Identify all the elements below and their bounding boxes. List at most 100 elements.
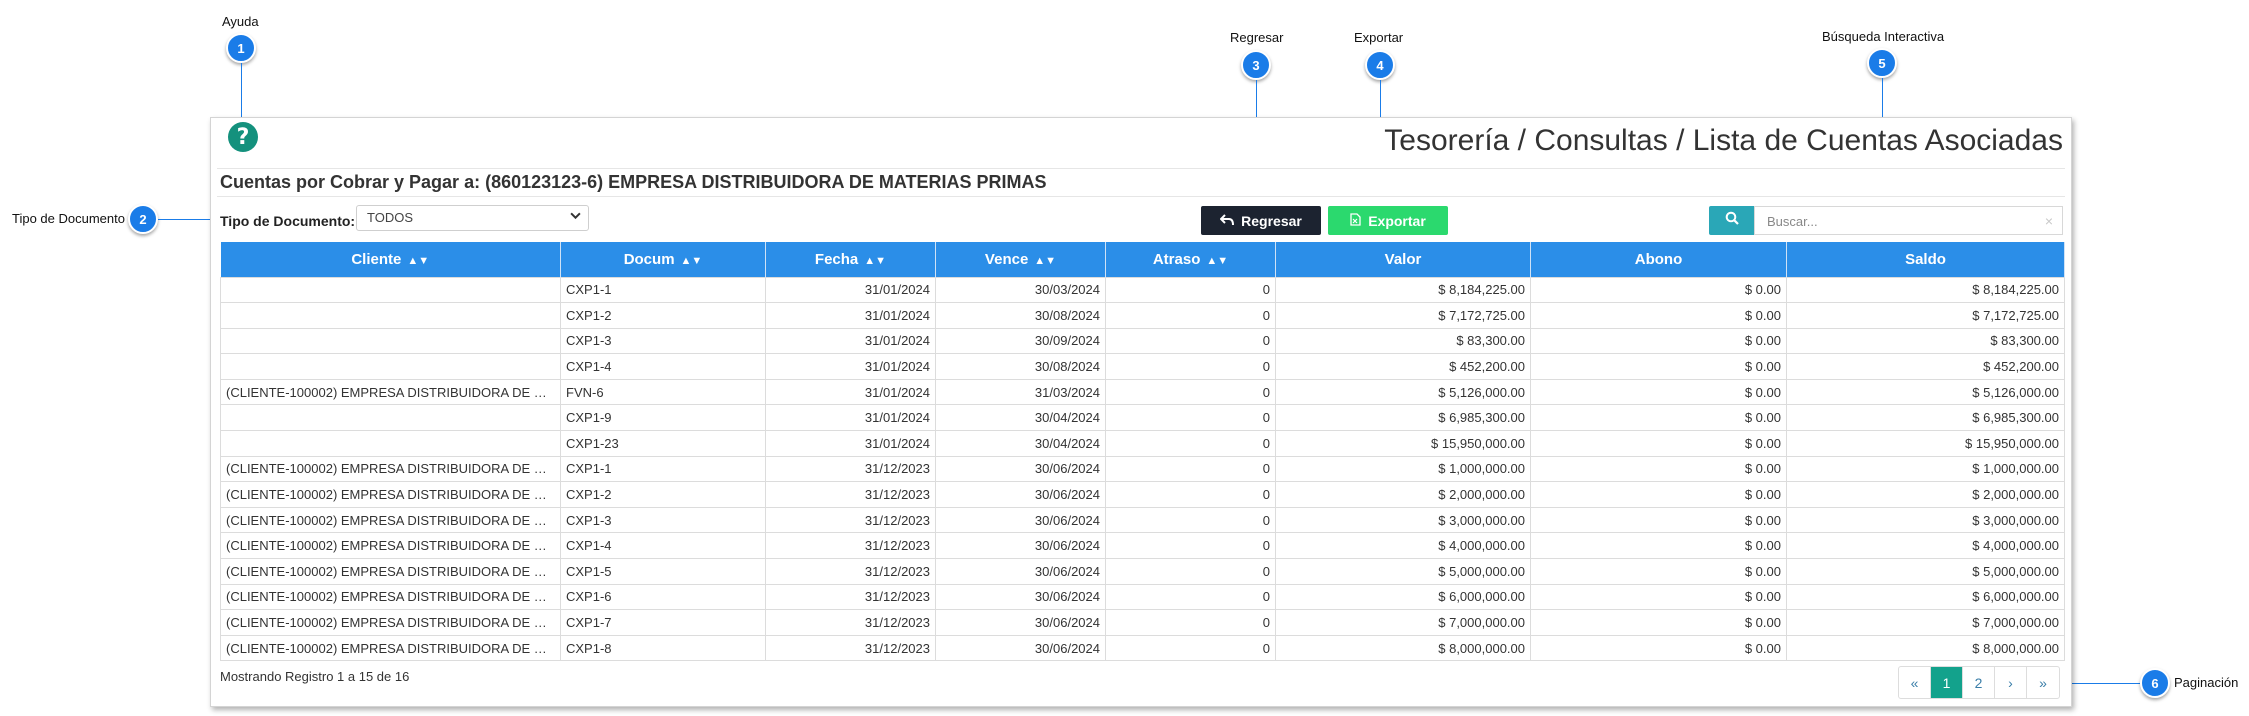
table-row[interactable]: CXP1-23 31/01/2024 30/04/2024 0 $ 15,950,000… bbox=[220, 430, 2065, 457]
cell-saldo: $ 5,126,000.00 bbox=[1786, 378, 2065, 406]
page-2-button[interactable]: 2 bbox=[1963, 667, 1995, 698]
cell-atraso: 0 bbox=[1105, 378, 1276, 406]
page-subtitle: Cuentas por Cobrar y Pagar a: (860123123… bbox=[220, 172, 1047, 192]
clear-icon[interactable]: × bbox=[2045, 213, 2053, 229]
cell-valor: $ 5,126,000.00 bbox=[1275, 378, 1531, 406]
table-row[interactable]: (CLIENTE-100002) EMPRESA DISTRIBUIDORA D… bbox=[220, 558, 2065, 585]
cell-valor: $ 6,985,300.00 bbox=[1275, 404, 1531, 432]
column-header-docum[interactable]: Docum ▲▼ bbox=[560, 242, 766, 277]
table-row[interactable]: (CLIENTE-100002) EMPRESA DISTRIBUIDORA D… bbox=[220, 583, 2065, 611]
cell-vence: 30/06/2024 bbox=[935, 506, 1106, 534]
table-row[interactable]: (CLIENTE-100002) EMPRESA DISTRIBUIDORA D… bbox=[220, 506, 2065, 534]
table-row[interactable]: (CLIENTE-100002) EMPRESA DISTRIBUIDORA D… bbox=[220, 378, 2065, 406]
page-1-button[interactable]: 1 bbox=[1931, 667, 1963, 698]
cell-fecha: 31/12/2023 bbox=[765, 583, 936, 611]
records-info: Mostrando Registro 1 a 15 de 16 bbox=[220, 669, 410, 684]
page-next-button[interactable]: › bbox=[1995, 667, 2027, 698]
table-row[interactable]: CXP1-9 31/01/2024 30/04/2024 0 $ 6,985,300.0… bbox=[220, 404, 2065, 432]
callout-badge-2: 2 bbox=[128, 204, 158, 234]
table-row[interactable]: CXP1-3 31/01/2024 30/09/2024 0 $ 83,300.00 $ … bbox=[220, 327, 2065, 355]
cell-saldo: $ 6,000,000.00 bbox=[1786, 583, 2065, 611]
cell-docum: CXP1-2 bbox=[560, 302, 766, 329]
search-input[interactable]: Buscar... × bbox=[1754, 206, 2063, 235]
column-label: Vence bbox=[984, 250, 1029, 268]
table-row[interactable]: CXP1-1 31/01/2024 30/03/2024 0 $ 8,184,225.0… bbox=[220, 276, 2065, 304]
help-question-icon[interactable]: ? bbox=[228, 122, 258, 152]
cell-cliente: (CLIENTE-100002) EMPRESA DISTRIBUIDORA D… bbox=[220, 455, 561, 483]
column-header-vence[interactable]: Vence ▲▼ bbox=[935, 242, 1106, 277]
page-last-button[interactable]: » bbox=[2027, 667, 2059, 698]
cell-saldo: $ 3,000,000.00 bbox=[1786, 506, 2065, 534]
callout-label-busqueda: Búsqueda Interactiva bbox=[1822, 29, 1945, 44]
callout-line-6 bbox=[2072, 683, 2140, 684]
cell-saldo: $ 452,200.00 bbox=[1786, 353, 2065, 380]
table-row[interactable]: CXP1-4 31/01/2024 30/08/2024 0 $ 452,200.00 $… bbox=[220, 353, 2065, 380]
cell-abono: $ 0.00 bbox=[1530, 378, 1787, 406]
divider bbox=[217, 196, 2065, 197]
cell-fecha: 31/01/2024 bbox=[765, 430, 936, 457]
export-button[interactable]: Exportar bbox=[1328, 206, 1448, 235]
cell-fecha: 31/12/2023 bbox=[765, 609, 936, 636]
cell-cliente: (CLIENTE-100002) EMPRESA DISTRIBUIDORA D… bbox=[220, 558, 561, 585]
column-label: Fecha bbox=[814, 250, 859, 268]
back-button[interactable]: Regresar bbox=[1201, 206, 1321, 235]
cell-docum: CXP1-1 bbox=[560, 455, 766, 483]
cell-atraso: 0 bbox=[1105, 276, 1276, 304]
table-header-row: Cliente ▲▼ Docum ▲▼ Fecha ▲▼ Vence ▲▼ Atraso… bbox=[220, 242, 2065, 277]
chevron-down-icon bbox=[570, 210, 581, 224]
callout-badge-1: 1 bbox=[226, 33, 256, 63]
accounts-panel: ? Tesorería / Consultas / Lista de Cuent… bbox=[210, 117, 2072, 707]
table-row[interactable]: (CLIENTE-100002) EMPRESA DISTRIBUIDORA D… bbox=[220, 455, 2065, 483]
cell-docum: FVN-6 bbox=[560, 378, 766, 406]
table-body: CXP1-1 31/01/2024 30/03/2024 0 $ 8,184,225.0… bbox=[220, 276, 2065, 662]
callout-label-regresar: Regresar bbox=[1230, 30, 1284, 45]
cell-valor: $ 3,000,000.00 bbox=[1275, 506, 1531, 534]
cell-fecha: 31/01/2024 bbox=[765, 353, 936, 380]
cell-cliente: (CLIENTE-100002) EMPRESA DISTRIBUIDORA D… bbox=[220, 634, 561, 662]
cell-valor: $ 83,300.00 bbox=[1275, 327, 1531, 355]
cell-abono: $ 0.00 bbox=[1530, 481, 1787, 508]
cell-docum: CXP1-7 bbox=[560, 609, 766, 636]
cell-docum: CXP1-5 bbox=[560, 558, 766, 585]
cell-saldo: $ 2,000,000.00 bbox=[1786, 481, 2065, 508]
table-row[interactable]: CXP1-2 31/01/2024 30/08/2024 0 $ 7,172,725.0… bbox=[220, 302, 2065, 329]
doc-type-select[interactable]: TODOS bbox=[356, 205, 589, 231]
page-title: Tesorería / Consultas / Lista de Cuentas… bbox=[1384, 124, 2063, 157]
cell-fecha: 31/01/2024 bbox=[765, 327, 936, 355]
cell-docum: CXP1-9 bbox=[560, 404, 766, 432]
column-header-cliente[interactable]: Cliente ▲▼ bbox=[220, 242, 561, 277]
column-label: Docum bbox=[623, 250, 675, 268]
search-button[interactable] bbox=[1709, 206, 1754, 235]
sort-icon: ▲▼ bbox=[407, 254, 430, 267]
cell-atraso: 0 bbox=[1105, 609, 1276, 636]
table-row[interactable]: (CLIENTE-100002) EMPRESA DISTRIBUIDORA D… bbox=[220, 634, 2065, 662]
cell-abono: $ 0.00 bbox=[1530, 404, 1787, 432]
cell-docum: CXP1-6 bbox=[560, 583, 766, 611]
table-row[interactable]: (CLIENTE-100002) EMPRESA DISTRIBUIDORA D… bbox=[220, 532, 2065, 560]
cell-valor: $ 2,000,000.00 bbox=[1275, 481, 1531, 508]
cell-vence: 30/08/2024 bbox=[935, 353, 1106, 380]
cell-vence: 30/03/2024 bbox=[935, 276, 1106, 304]
cell-fecha: 31/01/2024 bbox=[765, 302, 936, 329]
cell-saldo: $ 1,000,000.00 bbox=[1786, 455, 2065, 483]
export-button-label: Exportar bbox=[1368, 212, 1426, 229]
column-header-atraso[interactable]: Atraso ▲▼ bbox=[1105, 242, 1276, 277]
pagination: « 1 2 › » bbox=[1898, 666, 2060, 699]
cell-fecha: 31/12/2023 bbox=[765, 634, 936, 662]
divider bbox=[217, 168, 2065, 169]
table-row[interactable]: (CLIENTE-100002) EMPRESA DISTRIBUIDORA D… bbox=[220, 481, 2065, 508]
cell-vence: 30/06/2024 bbox=[935, 609, 1106, 636]
cell-abono: $ 0.00 bbox=[1530, 276, 1787, 304]
accounts-table: Cliente ▲▼ Docum ▲▼ Fecha ▲▼ Vence ▲▼ Atraso… bbox=[220, 242, 2065, 662]
cell-abono: $ 0.00 bbox=[1530, 430, 1787, 457]
cell-vence: 30/09/2024 bbox=[935, 327, 1106, 355]
column-header-abono: Abono bbox=[1530, 242, 1787, 277]
cell-docum: CXP1-4 bbox=[560, 353, 766, 380]
table-row[interactable]: (CLIENTE-100002) EMPRESA DISTRIBUIDORA D… bbox=[220, 609, 2065, 636]
cell-vence: 30/04/2024 bbox=[935, 430, 1106, 457]
cell-docum: CXP1-23 bbox=[560, 430, 766, 457]
page-first-button[interactable]: « bbox=[1899, 667, 1931, 698]
cell-saldo: $ 8,184,225.00 bbox=[1786, 276, 2065, 304]
column-header-fecha[interactable]: Fecha ▲▼ bbox=[765, 242, 936, 277]
cell-atraso: 0 bbox=[1105, 430, 1276, 457]
